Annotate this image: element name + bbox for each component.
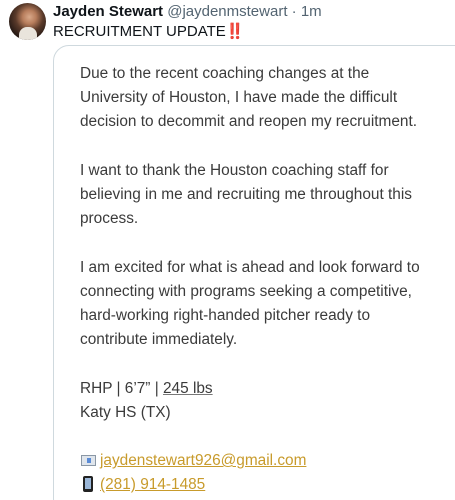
text-line: process. [80,210,139,228]
email-row: jaydenstewart926@gmail.com [80,449,455,473]
mobile-phone-icon [80,473,96,497]
paragraph-thanks: I want to thank the Houston coaching sta… [80,159,455,232]
text-line: hard-working right-handed pitcher ready … [80,307,371,324]
contact-info: jaydenstewart926@gmail.com (281) 914-148… [80,449,455,497]
text-line: I am excited for what is ahead and look … [80,258,420,276]
tweet-text: RECRUITMENT UPDATE‼️ [53,22,245,42]
text-line: decision to decommit and reopen my recru… [80,113,418,131]
text-line: connecting with programs seeking a compe… [80,282,412,300]
player-info: RHP | 6’7” | 245 lbs Katy HS (TX) [80,377,455,425]
envelope-icon [80,449,96,473]
player-weight: 245 lbs [162,379,213,397]
tweet-header: Jayden Stewart @jaydenmstewart · 1m [53,2,322,22]
text-line: Due to the recent coaching changes at th… [80,65,370,82]
timestamp[interactable]: 1m [301,3,322,20]
author-name[interactable]: Jayden Stewart [53,3,163,20]
separator-dot: · [291,3,297,20]
player-school: Katy HS (TX) [80,403,171,421]
email-link[interactable]: jaydenstewart926@gmail.com [100,452,306,469]
position-height: RHP | 6’7” | [80,379,163,397]
phone-row: (281) 914-1485 [80,473,455,497]
statement-body: Due to the recent coaching changes at th… [80,62,455,498]
avatar[interactable] [9,3,46,40]
text-line: believing in me and recruiting me throug… [80,186,412,203]
text-line: contribute immediately. [80,331,238,349]
tweet: Jayden Stewart @jaydenmstewart · 1m RECR… [0,0,455,500]
player-stats: RHP | 6’7” | 245 lbs [80,377,455,401]
double-exclamation-emoji: ‼️ [225,23,245,40]
text-line: University of Houston, I have made the d… [80,89,398,107]
text-line: I want to thank the Houston coaching sta… [80,161,389,179]
phone-link[interactable]: (281) 914-1485 [100,476,205,493]
attached-statement-card[interactable]: Due to the recent coaching changes at th… [53,45,455,500]
paragraph-decommit: Due to the recent coaching changes at th… [80,62,455,135]
author-handle[interactable]: @jaydenmstewart [167,3,287,20]
tweet-text-body: RECRUITMENT UPDATE [53,23,226,40]
paragraph-outlook: I am excited for what is ahead and look … [80,256,455,353]
